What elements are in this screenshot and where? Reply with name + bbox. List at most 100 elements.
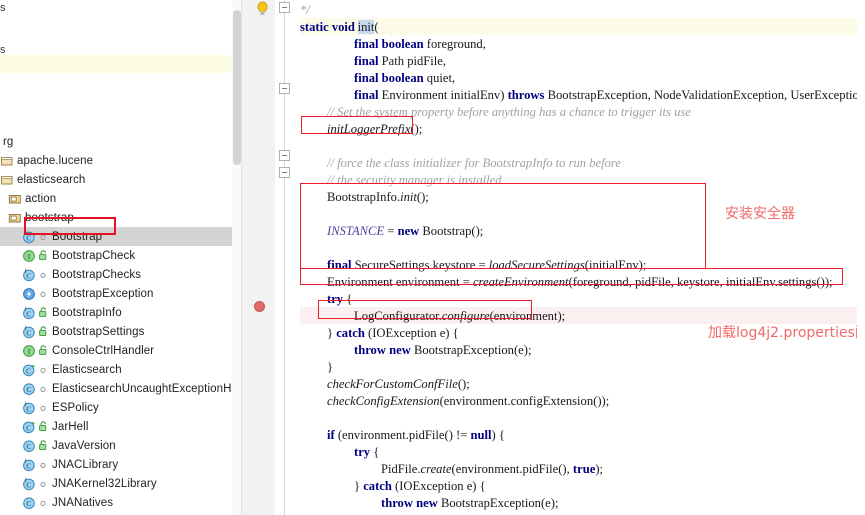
code-line[interactable]: } catch (IOException e) { [354,478,486,495]
code-line[interactable]: throw new BootstrapException(e); [381,495,558,512]
tree-item-bootstrapchecks[interactable]: Cf BootstrapChecks [0,265,242,284]
tree-item-jnakernel32library[interactable]: Cf JNAKernel32Library [0,474,242,493]
code-token-plain: BootstrapException(e); [413,343,532,357]
code-token-kw: if [327,428,338,442]
code-line[interactable]: final SecureSettings keystore = loadSecu… [327,257,646,274]
tree-item-elasticsearchuncaughtexceptionhandle[interactable]: C ElasticsearchUncaughtExceptionHandle [0,379,242,398]
fold-marker-4[interactable] [279,167,290,178]
tree-item-espolicy[interactable]: Cf ESPolicy [0,398,242,417]
intention-bulb-icon[interactable] [256,1,269,16]
tree-item-bootstrapexception[interactable]: BootstrapException [0,284,242,303]
code-line[interactable]: Environment environment = createEnvironm… [327,274,833,291]
private-dot-icon [38,287,49,300]
tree-item-rg[interactable]: rg [0,132,242,151]
code-line[interactable]: final boolean quiet, [354,70,455,87]
fold-marker-2[interactable] [279,83,290,94]
private-dot-icon [38,496,49,509]
project-tree[interactable]: rg apache.lucene elasticsearch action bootst… [0,132,242,515]
tree-item-bootstrapinfo[interactable]: Cf BootstrapInfo [0,303,242,322]
public-lock-icon [38,306,49,319]
code-line[interactable]: // Set the system property before anythi… [327,104,691,121]
code-line[interactable]: static void init( [300,19,379,36]
code-line[interactable]: LogConfigurator.configure(environment); [354,308,565,325]
code-token-plain: (environment); [489,309,566,323]
code-token-plain: { [346,292,353,306]
code-token-sfld: INSTANCE [327,224,385,238]
code-editor[interactable]: */static void init(final boolean foregro… [242,0,865,515]
code-token-plain: (); [416,190,429,204]
svg-text:f: f [25,401,27,408]
clipped-tree-item-0: s [0,2,6,14]
tree-item-label: JNAKernel32Library [52,477,157,490]
public-lock-icon [38,344,49,357]
code-token-plain: (IOException e) { [368,326,459,340]
code-line[interactable]: } [327,359,333,376]
svg-text:f: f [25,268,27,275]
code-line[interactable]: INSTANCE = new Bootstrap(); [327,223,483,240]
code-line[interactable]: throw new BootstrapException(e); [354,342,531,359]
code-line[interactable]: final boolean foreground, [354,36,486,53]
editor-scrollbar[interactable] [857,0,865,515]
private-dot-icon [38,477,49,490]
project-panel-scrollbar-thumb[interactable] [233,10,241,165]
code-token-plain: SecureSettings keystore = [354,258,489,272]
code-line[interactable]: final Environment initialEnv) throws Boo… [354,87,865,104]
interface-icon: I [22,344,36,358]
code-line[interactable]: // force the class initializer for Boots… [327,155,621,172]
tree-item-action[interactable]: action [0,189,242,208]
tree-item-elasticsearch[interactable]: C Elasticsearch [0,360,242,379]
private-dot-icon [38,401,49,414]
tree-item-bootstrapcheck[interactable]: I BootstrapCheck [0,246,242,265]
tree-item-bootstrap[interactable]: Cf Bootstrap [0,227,242,246]
project-tool-window[interactable]: s s rg apache.lucene elasticsearch action boo… [0,0,242,515]
tree-item-bootstrap[interactable]: bootstrap [0,208,242,227]
tree-item-consolectrlhandler[interactable]: I ConsoleCtrlHandler [0,341,242,360]
code-token-plain: (environment.configExtension()); [439,394,610,408]
tree-item-apache-lucene[interactable]: apache.lucene [0,151,242,170]
final-class-icon: Cf [22,306,36,320]
tree-item-elasticsearch[interactable]: elasticsearch [0,170,242,189]
caret-line-highlight [300,18,865,35]
code-text-area[interactable]: */static void init(final boolean foregro… [300,0,865,515]
code-line[interactable]: checkForCustomConfFile(); [327,376,470,393]
breakpoint-icon[interactable] [254,301,265,312]
code-line[interactable]: try { [354,444,379,461]
tree-item-jnaclibrary[interactable]: Cf JNACLibrary [0,455,242,474]
tree-item-bootstrapsettings[interactable]: Cf BootstrapSettings [0,322,242,341]
class-icon: C [22,439,36,453]
code-line[interactable]: if (environment.pidFile() != null) { [327,427,505,444]
code-line[interactable]: } catch (IOException e) { [327,325,459,342]
fold-marker-1[interactable] [279,2,290,13]
code-token-cmt: // the security manager is installed [327,173,502,187]
code-token-plain: (initialEnv); [584,258,647,272]
code-line[interactable]: try { [327,291,352,308]
code-token-kw: true [572,462,596,476]
fold-marker-3[interactable] [279,150,290,161]
tree-item-javaversion[interactable]: C JavaVersion [0,436,242,455]
code-token-mth: createEnvironment [472,275,569,289]
tree-item-jnanatives[interactable]: C JNANatives [0,493,242,512]
svg-text:C: C [26,233,31,242]
code-token-plain: } [354,479,364,493]
private-dot-icon [38,363,49,376]
package-icon [0,173,14,187]
editor-fold-gutter[interactable] [275,0,300,515]
code-line[interactable]: // the security manager is installed [327,172,502,189]
svg-text:C: C [27,499,32,508]
tree-item-jarhell[interactable]: C JarHell [0,417,242,436]
svg-text:f: f [25,458,27,465]
code-line[interactable]: PidFile.create(environment.pidFile(), tr… [381,461,603,478]
code-token-kw: throws [507,88,548,102]
tree-item-label: elasticsearch [17,173,86,186]
code-line[interactable]: checkConfigExtension(environment.configE… [327,393,609,410]
svg-text:C: C [26,480,31,489]
code-line[interactable]: initLoggerPrefix(); [327,121,422,138]
public-lock-icon [38,420,49,433]
ide-window: s s rg apache.lucene elasticsearch action boo… [0,0,865,515]
code-line[interactable]: BootstrapInfo.init(); [327,189,429,206]
editor-gutter[interactable] [242,0,276,515]
code-line[interactable]: final Path pidFile, [354,53,446,70]
interface-icon: I [22,249,36,263]
svg-text:C: C [26,309,31,318]
code-line[interactable]: */ [300,2,310,19]
